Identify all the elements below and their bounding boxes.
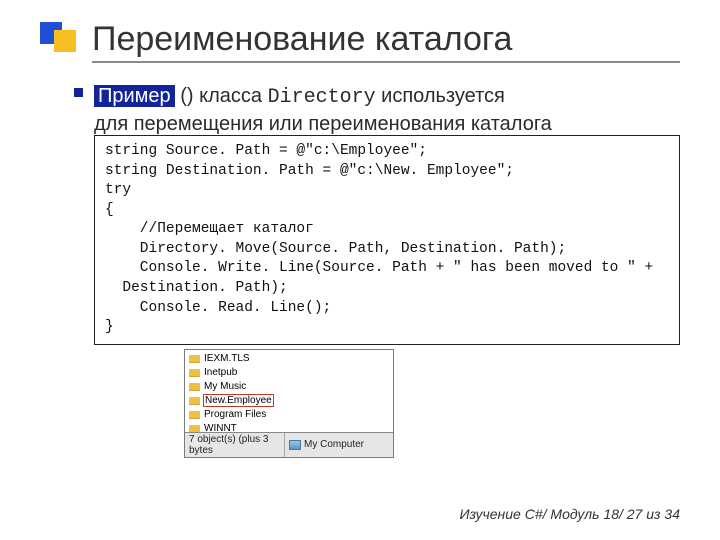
folder-label: Inetpub <box>204 367 237 378</box>
code-block: string Source. Path = @"c:\Employee"; st… <box>94 135 680 345</box>
highlight-label: Пример <box>94 85 175 107</box>
folder-label: Program Files <box>204 409 266 420</box>
footer-text: Изучение C#/ Модуль 18/ 27 из 34 <box>459 506 680 522</box>
intro-text-b: используется <box>376 85 505 107</box>
folder-icon <box>189 397 200 405</box>
folder-icon <box>189 383 200 391</box>
list-item[interactable]: IEXM.TLS <box>185 352 393 366</box>
list-item[interactable]: WINNT <box>185 422 393 432</box>
explorer-window: IEXM.TLS Inetpub My Music New.Employee Progr… <box>184 349 394 458</box>
logo-icon <box>40 22 80 62</box>
bullet-icon <box>74 88 83 97</box>
status-left: 7 object(s) (plus 3 bytes <box>185 433 285 457</box>
folder-label: New.Employee <box>203 394 274 407</box>
content: Пример () класса Directory используется … <box>40 83 680 458</box>
list-item[interactable]: Program Files <box>185 408 393 422</box>
folder-label: WINNT <box>204 423 237 432</box>
intro-line-2: для перемещения или переименования катал… <box>94 113 680 136</box>
folder-label: IEXM.TLS <box>204 353 250 364</box>
header: Переименование каталога <box>40 20 680 63</box>
folder-icon <box>189 355 200 363</box>
folder-icon <box>189 425 200 432</box>
status-right: My Computer <box>285 433 393 457</box>
folder-icon <box>189 411 200 419</box>
slide-title: Переименование каталога <box>92 20 680 63</box>
class-name: Directory <box>268 86 376 109</box>
intro-line-1: Пример () класса Directory используется <box>94 83 680 111</box>
explorer-list: IEXM.TLS Inetpub My Music New.Employee Progr… <box>185 350 393 432</box>
folder-icon <box>189 369 200 377</box>
list-item[interactable]: New.Employee <box>185 394 393 408</box>
status-right-label: My Computer <box>304 439 364 450</box>
folder-label: My Music <box>204 381 246 392</box>
list-item[interactable]: My Music <box>185 380 393 394</box>
slide: Переименование каталога Пример () класса… <box>0 0 720 540</box>
explorer-statusbar: 7 object(s) (plus 3 bytes My Computer <box>185 432 393 457</box>
computer-icon <box>289 440 301 450</box>
list-item[interactable]: Inetpub <box>185 366 393 380</box>
intro-text-a: () класса <box>175 85 268 107</box>
